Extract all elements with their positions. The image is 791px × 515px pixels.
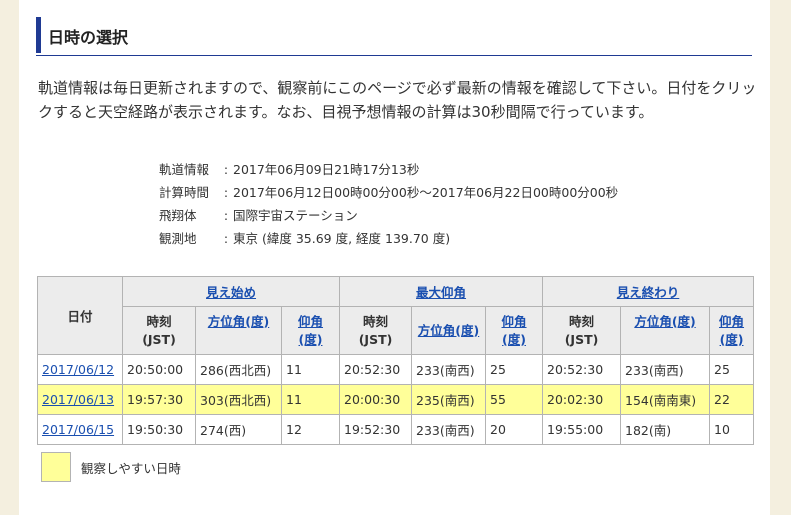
end-azimuth-header: 方位角(度) bbox=[620, 306, 711, 355]
start-elevation-cell: 12 bbox=[280, 414, 341, 445]
max-azimuth-cell: 233(南西) bbox=[411, 354, 487, 385]
max-time-header: 時刻 (JST) bbox=[339, 306, 413, 355]
meta-colon: : bbox=[223, 231, 229, 246]
end-time-cell: 19:55:00 bbox=[542, 414, 622, 445]
meta-value: 東京 (緯度 35.69 度, 経度 139.70 度) bbox=[233, 231, 451, 246]
start-group-header: 見え始め bbox=[121, 276, 341, 307]
legend-swatch bbox=[41, 452, 71, 482]
start-azimuth-header: 方位角(度) bbox=[195, 306, 282, 355]
pass-rows: 2017/06/12 20:50:00 286(西北西) 11 20:52:30 233(… bbox=[37, 354, 755, 445]
table-header-row: 日付 見え始め 最大仰角 見え終わり bbox=[37, 276, 755, 355]
max-group-link[interactable]: 最大仰角 bbox=[416, 285, 466, 300]
elevation-header-line1: 仰角 bbox=[298, 313, 324, 329]
end-elevation-cell: 10 bbox=[709, 414, 755, 445]
pass-table: 日付 見え始め 最大仰角 見え終わり 時刻 (JST) 方位角(度) 仰角 (度) … bbox=[37, 276, 755, 445]
max-elevation-sort-link[interactable]: 仰角 (度) bbox=[502, 314, 527, 347]
time-header-line2: (JST) bbox=[142, 331, 176, 347]
end-group-header: 見え終わり bbox=[542, 276, 755, 307]
meta-colon: : bbox=[223, 162, 229, 177]
end-azimuth-sort-link[interactable]: 方位角(度) bbox=[634, 314, 695, 329]
start-time-cell: 20:50:00 bbox=[122, 354, 196, 385]
time-header-line2: (JST) bbox=[358, 331, 393, 347]
meta-label: 計算時間 bbox=[159, 185, 210, 200]
azimuth-header-line1: 方位角(度) bbox=[417, 322, 480, 338]
meta-label: 飛翔体 bbox=[159, 208, 197, 223]
end-azimuth-cell: 154(南南東) bbox=[620, 384, 711, 415]
max-azimuth-cell: 233(南西) bbox=[411, 414, 487, 445]
table-row: 2017/06/13 19:57:30 303(西北西) 11 20:00:30 235(… bbox=[37, 384, 755, 415]
time-header-line1: 時刻 bbox=[569, 313, 595, 329]
page-title: 日時の選択 bbox=[48, 28, 129, 47]
meta-value: 2017年06月09日21時17分13秒 bbox=[233, 162, 420, 177]
start-elevation-header: 仰角 (度) bbox=[280, 306, 341, 355]
date-header: 日付 bbox=[37, 276, 123, 355]
start-elevation-cell: 11 bbox=[280, 384, 341, 415]
end-elevation-header: 仰角 (度) bbox=[709, 306, 755, 355]
date-link[interactable]: 2017/06/12 bbox=[42, 362, 114, 377]
table-row: 2017/06/12 20:50:00 286(西北西) 11 20:52:30 233(… bbox=[37, 354, 755, 385]
start-azimuth-sort-link[interactable]: 方位角(度) bbox=[208, 314, 269, 329]
end-azimuth-cell: 233(南西) bbox=[620, 354, 711, 385]
start-elevation-cell: 11 bbox=[280, 354, 341, 385]
elevation-header-line1: 仰角 bbox=[501, 313, 527, 329]
start-group-link[interactable]: 見え始め bbox=[206, 285, 256, 300]
date-cell: 2017/06/13 bbox=[37, 384, 123, 415]
meta-row-orbit: 軌道情報:2017年06月09日21時17分13秒 bbox=[159, 158, 618, 181]
elevation-header-line1: 仰角 bbox=[719, 313, 745, 329]
heading-accent-bar bbox=[36, 17, 41, 53]
table-subheader-row: 時刻 (JST) 方位角(度) 仰角 (度) 時刻 (JST) 方位角(度) 仰角 (度… bbox=[38, 306, 755, 355]
max-time-cell: 19:52:30 bbox=[339, 414, 413, 445]
start-azimuth-cell: 303(西北西) bbox=[195, 384, 282, 415]
max-elevation-cell: 25 bbox=[485, 354, 544, 385]
end-time-cell: 20:52:30 bbox=[542, 354, 622, 385]
start-time-cell: 19:50:30 bbox=[122, 414, 196, 445]
max-group-header: 最大仰角 bbox=[339, 276, 544, 307]
max-elevation-header: 仰角 (度) bbox=[485, 306, 544, 355]
time-header-line1: 時刻 bbox=[146, 313, 172, 329]
date-cell: 2017/06/15 bbox=[37, 414, 123, 445]
max-elevation-cell: 55 bbox=[485, 384, 544, 415]
table-row: 2017/06/15 19:50:30 274(西) 12 19:52:30 233(南西… bbox=[37, 414, 755, 445]
meta-colon: : bbox=[223, 208, 229, 223]
meta-row-object: 飛翔体: 国際宇宙ステーション bbox=[159, 204, 618, 227]
intro-text: 軌道情報は毎日更新されますので、観察前にこのページで必ず最新の情報を確認して下さ… bbox=[38, 79, 757, 121]
elevation-header-line2: (度) bbox=[298, 331, 323, 347]
start-time-cell: 19:57:30 bbox=[122, 384, 196, 415]
meta-row-location: 観測地: 東京 (緯度 35.69 度, 経度 139.70 度) bbox=[159, 227, 618, 250]
time-header-line1: 時刻 bbox=[363, 313, 389, 329]
end-elevation-sort-link[interactable]: 仰角 (度) bbox=[719, 314, 744, 347]
meta-row-calc-time: 計算時間:2017年06月12日00時00分00秒～2017年06月22日00時… bbox=[159, 181, 618, 204]
end-time-header: 時刻 (JST) bbox=[542, 306, 622, 355]
date-link[interactable]: 2017/06/15 bbox=[42, 422, 114, 437]
elevation-header-line2: (度) bbox=[502, 331, 526, 347]
max-time-cell: 20:52:30 bbox=[339, 354, 413, 385]
max-azimuth-sort-link[interactable]: 方位角(度) bbox=[418, 323, 479, 338]
max-elevation-cell: 20 bbox=[485, 414, 544, 445]
end-elevation-cell: 25 bbox=[709, 354, 755, 385]
meta-label: 軌道情報 bbox=[159, 162, 210, 177]
meta-value: 国際宇宙ステーション bbox=[233, 208, 358, 223]
legend-label: 観察しやすい日時 bbox=[81, 461, 181, 476]
max-azimuth-cell: 235(南西) bbox=[411, 384, 487, 415]
meta-value: 2017年06月12日00時00分00秒～2017年06月22日00時00分00… bbox=[233, 185, 619, 200]
orbit-info: 軌道情報:2017年06月09日21時17分13秒 計算時間:2017年06月1… bbox=[159, 158, 618, 250]
time-header-line2: (JST) bbox=[564, 331, 599, 347]
max-azimuth-header: 方位角(度) bbox=[411, 306, 487, 355]
start-elevation-sort-link[interactable]: 仰角 (度) bbox=[298, 314, 323, 347]
max-time-cell: 20:00:30 bbox=[339, 384, 413, 415]
start-azimuth-cell: 286(西北西) bbox=[195, 354, 282, 385]
content-panel: 日時の選択 軌道情報は毎日更新されますので、観察前にこのページで必ず最新の情報を… bbox=[19, 0, 770, 515]
end-time-cell: 20:02:30 bbox=[542, 384, 622, 415]
meta-colon: : bbox=[223, 185, 229, 200]
end-elevation-cell: 22 bbox=[709, 384, 755, 415]
section-heading: 日時の選択 bbox=[36, 17, 752, 56]
start-time-header: 時刻 (JST) bbox=[122, 306, 196, 355]
end-group-link[interactable]: 見え終わり bbox=[617, 285, 680, 300]
start-azimuth-cell: 274(西) bbox=[195, 414, 282, 445]
meta-label: 観測地 bbox=[159, 231, 197, 246]
end-azimuth-cell: 182(南) bbox=[620, 414, 711, 445]
elevation-header-line2: (度) bbox=[719, 331, 744, 347]
date-cell: 2017/06/12 bbox=[37, 354, 123, 385]
date-link[interactable]: 2017/06/13 bbox=[42, 392, 114, 407]
